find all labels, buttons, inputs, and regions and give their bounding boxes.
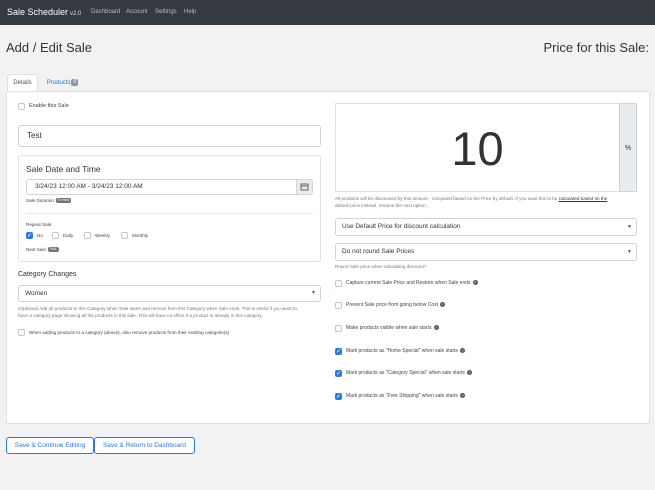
- option-home-special-label: Mark products as "Home Special" when sal…: [346, 348, 465, 354]
- nav-settings[interactable]: Settings: [155, 9, 177, 15]
- category-select[interactable]: Women ▼: [18, 285, 321, 302]
- tab-details[interactable]: Details: [7, 74, 38, 92]
- option-free-shipping-checkbox[interactable]: ✓: [335, 393, 342, 400]
- page-title: Add / Edit Sale: [6, 40, 92, 55]
- round-price-select[interactable]: Do not round Sale Prices ▼: [335, 243, 637, 261]
- enable-sale-checkbox[interactable]: [18, 103, 25, 110]
- sale-name-input[interactable]: Test: [18, 125, 321, 147]
- repeat-weekly-checkbox[interactable]: [84, 232, 91, 239]
- price-help-link[interactable]: calculated based on the: [559, 196, 608, 201]
- help-icon[interactable]: ?: [440, 302, 445, 308]
- option-prevent-below-cost-label: Prevent Sale price from going below Cost…: [346, 302, 445, 308]
- option-free-shipping-label: Mark products as "Free Shipping" when sa…: [346, 393, 465, 399]
- sale-price-input[interactable]: 10: [335, 103, 619, 192]
- price-help-line-1: All products will be discounted by this …: [335, 196, 608, 201]
- category-help-line-1: (Optional) Add all products to this Cate…: [18, 306, 297, 311]
- tab-details-label: Details: [13, 80, 32, 86]
- chevron-down-icon: ▼: [311, 290, 316, 296]
- sale-date-heading: Sale Date and Time: [26, 164, 101, 174]
- round-price-value: Do not round Sale Prices: [342, 248, 415, 255]
- price-help-line-2: default price instead, rename the next o…: [335, 203, 427, 208]
- option-home-special-checkbox[interactable]: ✓: [335, 348, 342, 355]
- app-brand[interactable]: Sale Scheduler v2.0: [7, 7, 81, 17]
- repeat-monthly-label: Monthly: [132, 233, 149, 238]
- next-sale-label: Next Sale: N/A: [26, 247, 59, 253]
- repeat-daily-checkbox[interactable]: [52, 232, 59, 239]
- sale-duration-badge: 0 mins: [56, 198, 72, 204]
- category-changes-heading: Category Changes: [18, 271, 77, 278]
- calendar-button[interactable]: [296, 179, 313, 195]
- sale-date-range-input[interactable]: 3/24/23 12:00 AM - 3/24/23 12:00 AM: [26, 179, 297, 195]
- price-title: Price for this Sale:: [543, 40, 650, 55]
- nav-help[interactable]: Help: [184, 9, 196, 15]
- remove-categories-checkbox[interactable]: [18, 329, 25, 336]
- discount-calc-value: Use Default Price for discount calculati…: [342, 223, 461, 230]
- chevron-down-icon: ▼: [627, 224, 632, 230]
- option-capture-restore-label: Capture current Sale Price and Restore w…: [346, 280, 478, 286]
- help-icon[interactable]: ?: [472, 280, 478, 286]
- option-category-special-label: Mark products as "Category Special" when…: [346, 370, 472, 376]
- discount-calc-select[interactable]: Use Default Price for discount calculati…: [335, 218, 637, 236]
- tab-products-label: Products: [46, 80, 71, 86]
- category-select-value: Women: [25, 290, 48, 297]
- option-make-visible-label: Make products visible when sale starts?: [346, 325, 439, 331]
- divider: [26, 213, 313, 214]
- save-continue-button[interactable]: Save & Continue Editing: [6, 437, 94, 454]
- help-icon[interactable]: ?: [459, 393, 465, 399]
- calendar-icon: [300, 183, 309, 191]
- repeat-monthly-checkbox[interactable]: [121, 232, 128, 239]
- remove-categories-label: When adding products to a category (abov…: [29, 330, 230, 335]
- save-return-button[interactable]: Save & Return to Dashboard: [94, 437, 195, 454]
- repeat-sale-label: Repeat Sale:: [26, 222, 53, 227]
- category-help-line-2: have a category page showing all the pro…: [18, 313, 263, 318]
- sale-duration-label: Sale Duration: 0 mins: [26, 198, 72, 204]
- tab-products[interactable]: Products 0: [41, 74, 84, 92]
- option-prevent-below-cost-checkbox[interactable]: [335, 302, 342, 309]
- repeat-weekly-label: Weekly: [95, 233, 110, 238]
- products-count-badge: 0: [71, 78, 79, 86]
- round-price-help: Round Sale price when calculating discou…: [335, 264, 427, 269]
- help-icon[interactable]: ?: [466, 370, 472, 376]
- option-make-visible-checkbox[interactable]: [335, 325, 342, 332]
- price-unit-addon: %: [619, 103, 637, 192]
- nav-dashboard[interactable]: Dashboard: [91, 9, 120, 15]
- option-capture-restore-checkbox[interactable]: [335, 280, 342, 287]
- help-icon[interactable]: ?: [459, 348, 465, 354]
- nav-account[interactable]: Account: [126, 9, 148, 15]
- repeat-daily-label: Daily: [63, 233, 74, 238]
- help-icon[interactable]: ?: [433, 325, 439, 331]
- repeat-no-label: No: [37, 233, 43, 238]
- repeat-no-checkbox[interactable]: ✓: [26, 232, 33, 239]
- option-category-special-checkbox[interactable]: ✓: [335, 370, 342, 377]
- next-sale-badge: N/A: [48, 247, 59, 253]
- chevron-down-icon: ▼: [627, 249, 632, 255]
- enable-sale-label: Enable this Sale: [29, 103, 69, 109]
- app-version: v2.0: [70, 11, 82, 17]
